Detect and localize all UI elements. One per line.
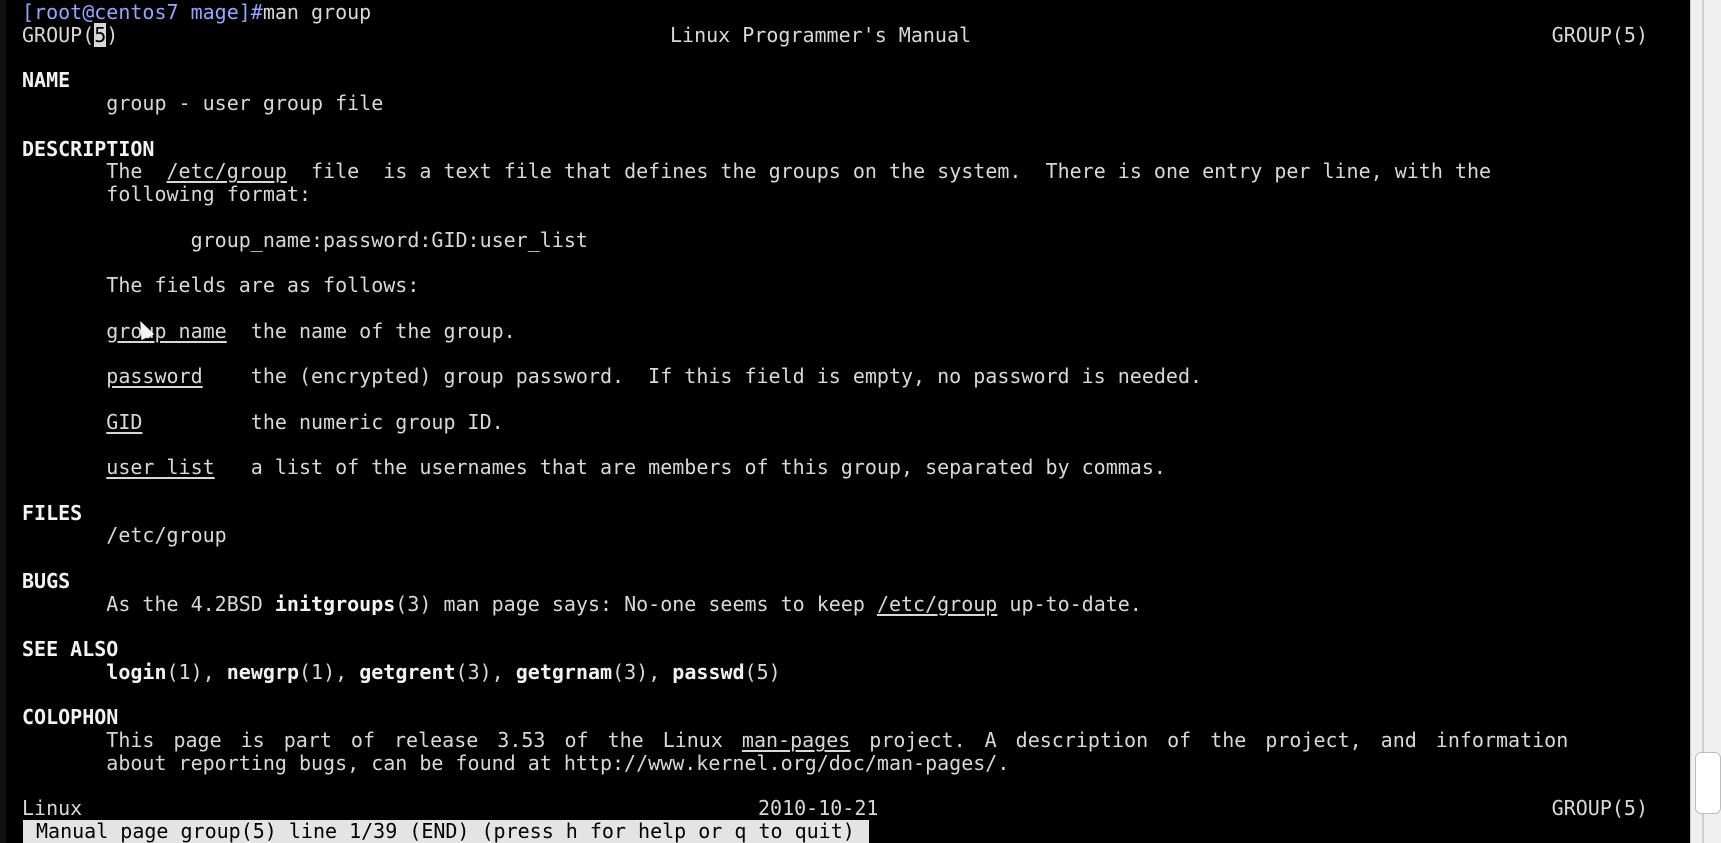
field-row: GID the numeric group ID.: [22, 409, 1688, 434]
field-row: user_list a list of the usernames that a…: [22, 456, 1688, 479]
see-also-ref: passwd: [672, 659, 745, 684]
header-center: Linux Programmer's Manual: [670, 22, 972, 47]
header-right: GROUP(5): [1551, 22, 1648, 47]
see-also-line: login(1), newgrp(1), getgrent(3), getgrn…: [106, 659, 781, 684]
colophon-word: the: [1210, 728, 1247, 752]
colophon-word: release: [394, 728, 479, 752]
typed-command: man group: [262, 0, 372, 24]
function-ref: initgroups: [274, 591, 396, 616]
man-header: GROUP(5) Linux Programmer's Manual GROUP(5…: [22, 22, 1688, 47]
fields-intro: The fields are as follows:: [106, 273, 420, 297]
man-footer: Linux 2010-10-21 GROUP(5): [22, 797, 1688, 820]
field-desc: the numeric group ID.: [250, 409, 504, 434]
scrollbar-track: [1702, 0, 1704, 843]
text-cursor: 5: [94, 22, 107, 47]
colophon-word: part: [283, 728, 332, 752]
file-path-link: /etc/group: [876, 591, 998, 616]
colophon-word: the: [607, 728, 644, 752]
field-name: user_list: [106, 455, 215, 479]
header-left: GROUP(5): [22, 22, 119, 47]
section-heading-name: NAME: [22, 68, 71, 93]
colophon-word: project.: [869, 728, 966, 752]
field-desc: a list of the usernames that are members…: [250, 455, 1166, 479]
name-text-line: group - user group file: [22, 92, 1688, 115]
shell-prompt: [root@centos7 mage]#: [22, 0, 263, 24]
colophon-word: 3.53: [497, 728, 546, 752]
field-desc: the name of the group.: [250, 318, 516, 343]
format-line: group_name:password:GID:user_list: [190, 227, 588, 252]
description-line-1: The /etc/group file is a text file that …: [106, 159, 1492, 184]
footer-center: 2010-10-21: [758, 796, 879, 821]
colophon-word: man-pages: [741, 728, 851, 752]
colophon-word: page: [173, 728, 222, 752]
colophon-word: A: [984, 728, 997, 752]
colophon-line-2: about reporting bugs, can be found at ht…: [106, 750, 1010, 775]
colophon-word: project,: [1265, 728, 1362, 752]
colophon-word: Linux: [662, 728, 723, 752]
section-heading-see-also: SEE ALSO: [22, 637, 119, 661]
colophon-word: and: [1380, 728, 1417, 752]
name-text: group - user group file: [106, 91, 384, 115]
field-row: group_name the name of the group.: [22, 318, 1688, 343]
see-also-ref: login: [106, 659, 167, 684]
section-heading-colophon: COLOPHON: [22, 705, 119, 730]
prompt-line: [root@centos7 mage]#man group: [22, 1, 1688, 24]
colophon-word: is: [240, 728, 265, 752]
file-path-link: /etc/group: [166, 159, 287, 184]
description-line-2: following format:: [106, 182, 311, 206]
field-name: password: [106, 364, 203, 388]
section-heading-files: FILES: [22, 500, 83, 525]
window-left-edge: [0, 0, 6, 843]
field-name: group_name: [106, 318, 227, 343]
colophon-word: description: [1015, 728, 1149, 752]
field-name: GID: [106, 409, 143, 434]
files-line: /etc/group: [106, 523, 227, 548]
field-desc: the (encrypted) group password. If this …: [250, 364, 1203, 388]
colophon-word: of: [350, 728, 375, 752]
see-also-ref: getgrnam: [515, 659, 613, 684]
colophon-word: of: [564, 728, 589, 752]
vertical-scrollbar[interactable]: [1690, 0, 1721, 843]
field-row: password the (encrypted) group password.…: [22, 365, 1688, 388]
section-heading-bugs: BUGS: [22, 568, 71, 593]
colophon-justified: This page is part of release 3.53 of the Linux man…: [106, 729, 1568, 752]
colophon-line-1: This page is part of release 3.53 of the Linux man…: [22, 729, 1688, 752]
terminal-text-area: [root@centos7 mage]#man group GROUP(5) Li…: [22, 1, 1688, 843]
colophon-word: of: [1167, 728, 1192, 752]
footer-right: GROUP(5): [1551, 796, 1648, 821]
section-heading-description: DESCRIPTION: [22, 136, 155, 161]
see-also-ref: newgrp: [226, 659, 299, 684]
pager-status-bar: Manual page group(5) line 1/39 (END) (pr…: [23, 820, 869, 843]
terminal-window[interactable]: [root@centos7 mage]#man group GROUP(5) Li…: [0, 0, 1690, 843]
footer-left: Linux: [22, 796, 83, 821]
colophon-word: This: [106, 728, 155, 752]
see-also-ref: getgrent: [359, 659, 456, 684]
bugs-line: As the 4.2BSD initgroups(3) man page say…: [106, 591, 1142, 616]
colophon-word: information: [1435, 728, 1569, 752]
status-line: Manual page group(5) line 1/39 (END) (pr…: [22, 820, 1688, 843]
scrollbar-thumb[interactable]: [1695, 752, 1721, 814]
